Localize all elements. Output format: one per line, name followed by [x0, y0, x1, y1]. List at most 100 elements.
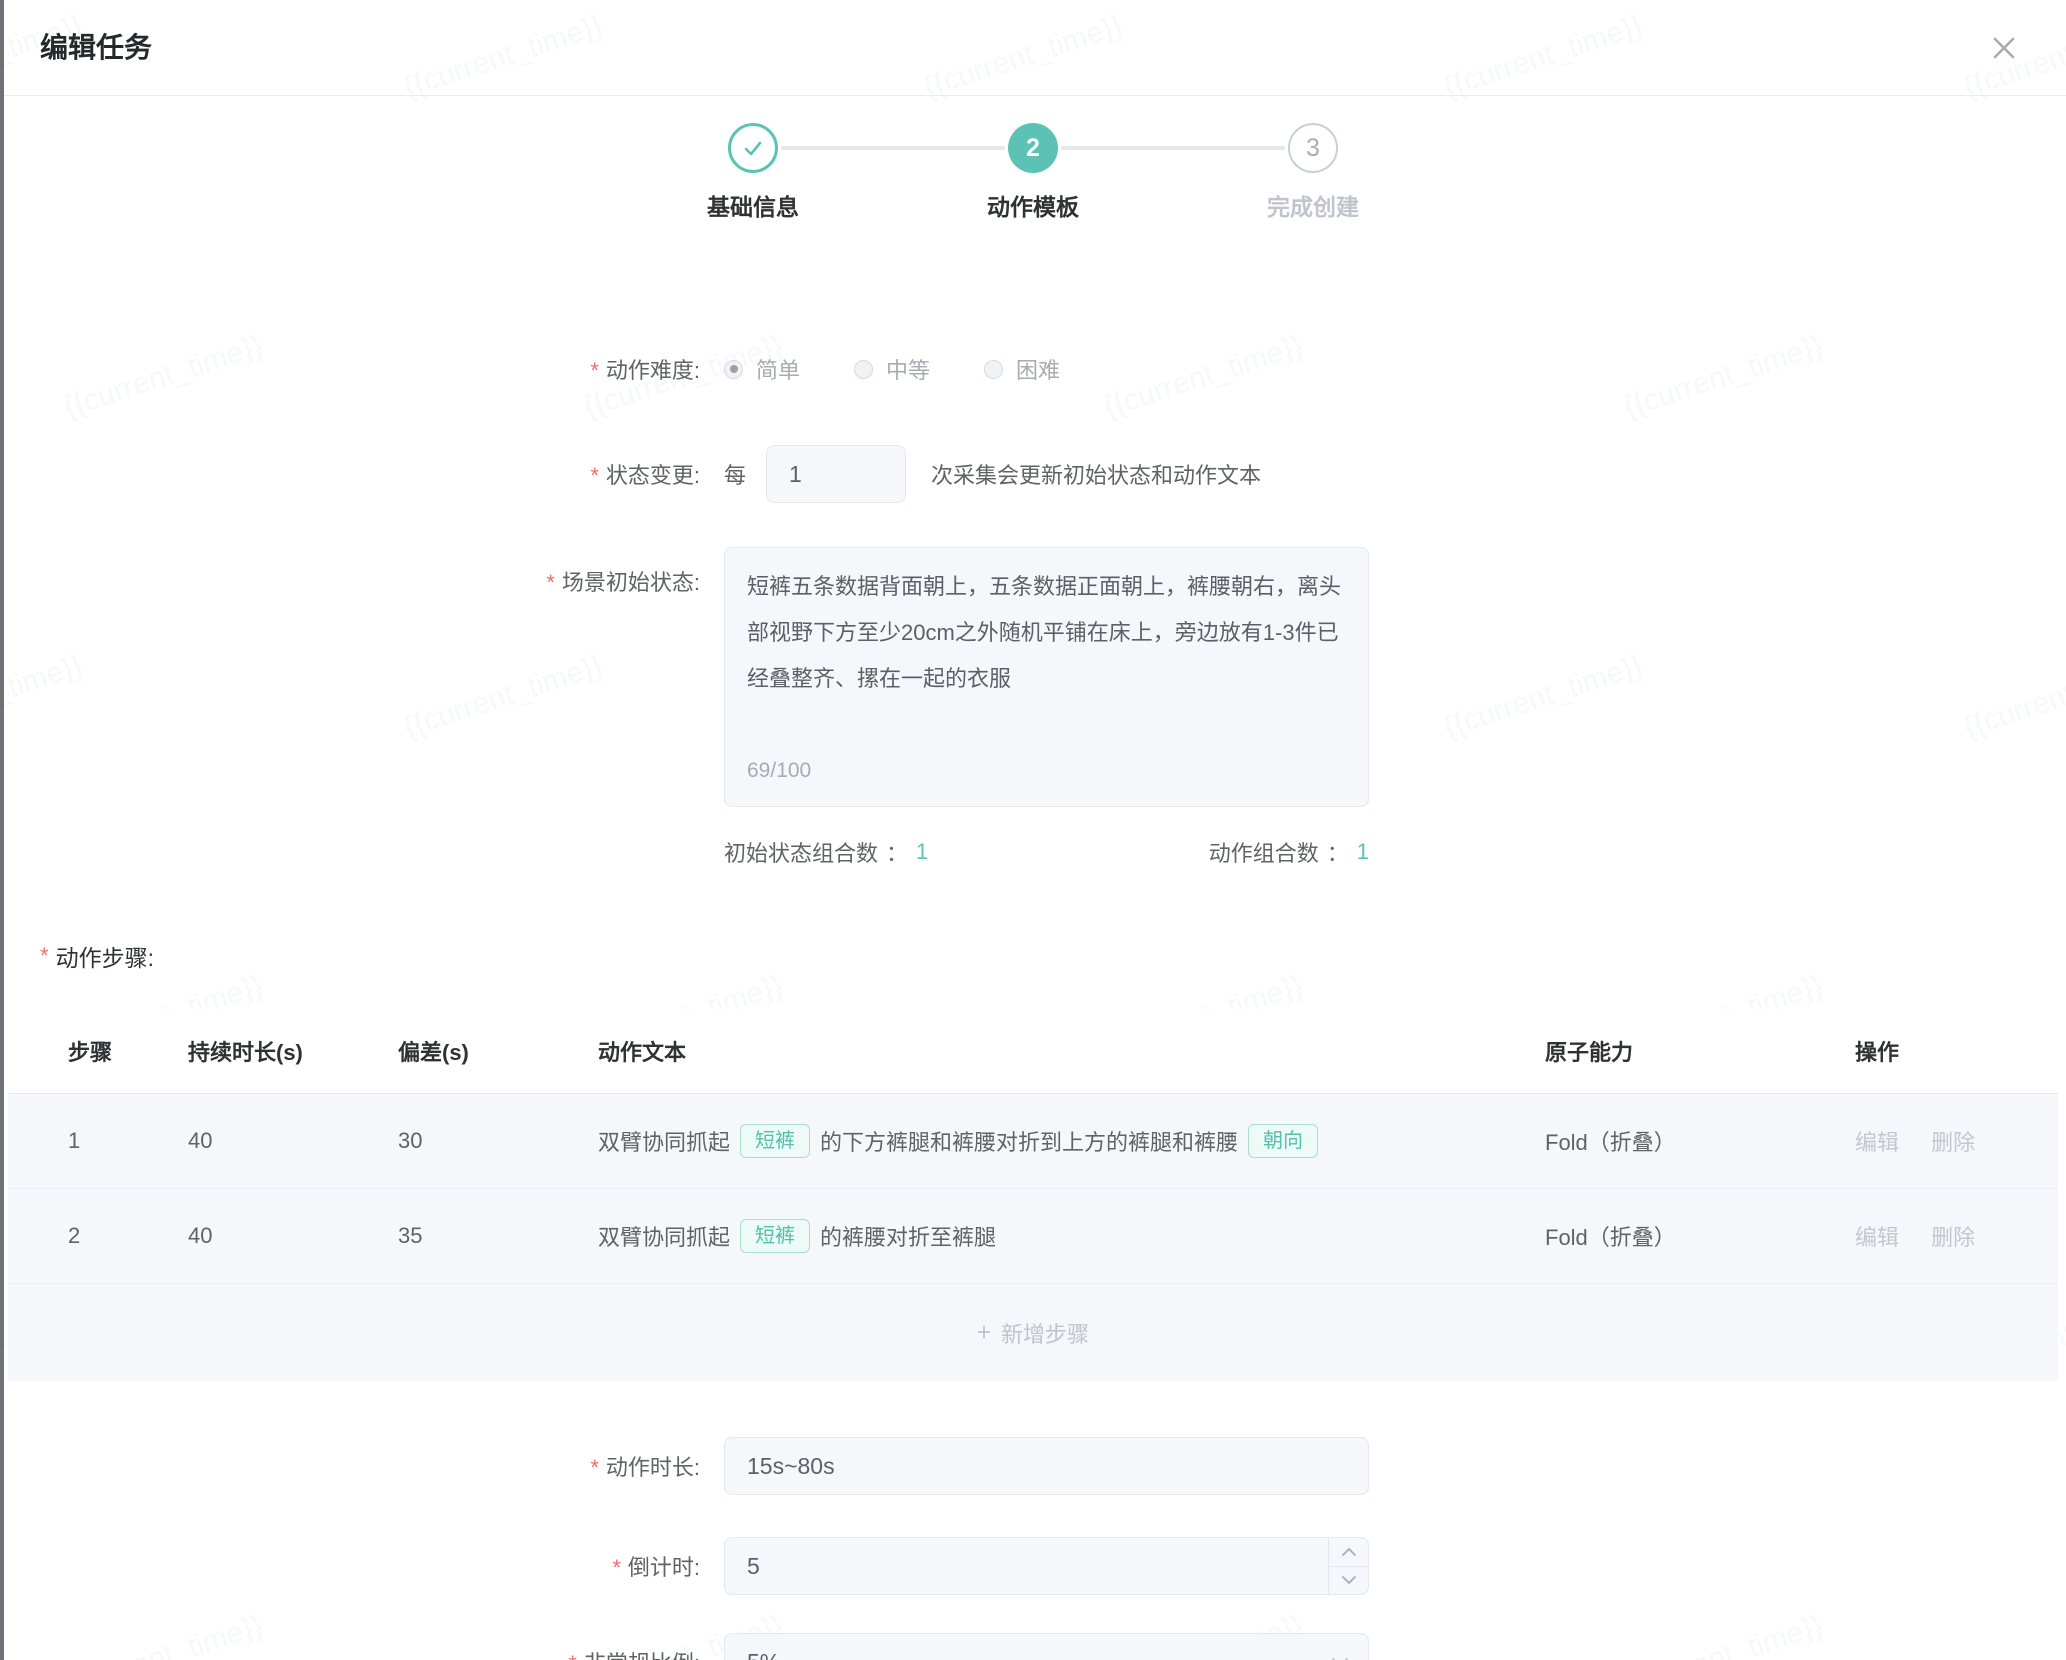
- required-mark: *: [612, 1555, 621, 1580]
- radio-hard-dot: [984, 360, 1003, 379]
- scene-initial-textarea[interactable]: 短裤五条数据背面朝上，五条数据正面朝上，裤腰朝右，离头部视野下方至少20cm之外…: [724, 547, 1369, 807]
- radio-easy[interactable]: 简单: [724, 353, 800, 385]
- state-change-suffix: 次采集会更新初始状态和动作文本: [931, 458, 1261, 490]
- countdown-value: 5: [747, 1553, 760, 1580]
- check-icon: [741, 136, 765, 160]
- plus-icon: +: [977, 1319, 991, 1347]
- chevron-down-icon: [1341, 1575, 1357, 1585]
- action-steps-table: 步骤 持续时长(s) 偏差(s) 动作文本 原子能力 操作 1 40 30 双臂…: [8, 1009, 2058, 1381]
- edit-task-dialog: 编辑任务 基础信息 2 动作模板 3 完成创建: [0, 0, 2066, 1660]
- action-duration-input[interactable]: 15s~80s: [724, 1437, 1369, 1495]
- header-step: 步骤: [68, 1035, 188, 1067]
- step-3-circle: 3: [1288, 123, 1338, 173]
- row1-duration: 40: [188, 1128, 398, 1154]
- step-2-circle: 2: [1008, 123, 1058, 173]
- char-counter: 69/100: [747, 748, 811, 794]
- orientation-tag: 朝向: [1248, 1124, 1318, 1158]
- object-tag: 短裤: [740, 1124, 810, 1158]
- action-duration-row: *动作时长: 15s~80s: [0, 1437, 2066, 1495]
- required-mark: *: [590, 1455, 599, 1480]
- radio-hard[interactable]: 困难: [984, 353, 1060, 385]
- action-combo-value: 1: [1357, 839, 1369, 865]
- action-steps-section-label: * 动作步骤:: [40, 939, 2066, 973]
- unusual-ratio-select[interactable]: 5%: [724, 1633, 1369, 1660]
- step-1-label: 基础信息: [707, 188, 799, 222]
- step-1-circle: [728, 123, 778, 173]
- row1-operations: 编辑 删除: [1855, 1125, 2058, 1157]
- delete-link[interactable]: 删除: [1931, 1130, 1975, 1155]
- row2-ability: Fold（折叠）: [1545, 1220, 1855, 1252]
- initial-state-combo-value: 1: [916, 839, 928, 865]
- radio-medium[interactable]: 中等: [854, 353, 930, 385]
- row2-action-text: 双臂协同抓起 短裤 的裤腰对折至裤腿: [598, 1219, 1545, 1253]
- close-icon[interactable]: [1984, 28, 2024, 68]
- select-chevron-down-icon: [1330, 1656, 1350, 1660]
- radio-easy-label: 简单: [756, 353, 800, 385]
- delete-link[interactable]: 删除: [1931, 1225, 1975, 1250]
- header-deviation: 偏差(s): [398, 1035, 598, 1067]
- radio-medium-label: 中等: [886, 353, 930, 385]
- row2-deviation: 35: [398, 1223, 598, 1249]
- spinner-increase-button[interactable]: [1329, 1538, 1368, 1567]
- edit-link[interactable]: 编辑: [1855, 1225, 1899, 1250]
- row2-step: 2: [68, 1223, 188, 1249]
- table-row: 1 40 30 双臂协同抓起 短裤 的下方裤腿和裤腰对折到上方的裤腿和裤腰 朝向…: [8, 1093, 2058, 1188]
- radio-easy-dot: [724, 360, 743, 379]
- combo-counts-row: 初始状态组合数 ： 1 动作组合数 ： 1: [724, 837, 1369, 867]
- difficulty-row: *动作难度: 简单 中等 困难: [0, 353, 2066, 385]
- state-change-prefix: 每: [724, 458, 746, 490]
- edit-link[interactable]: 编辑: [1855, 1130, 1899, 1155]
- scene-initial-label: *场景初始状态:: [0, 547, 700, 597]
- row1-step: 1: [68, 1128, 188, 1154]
- action-combo: 动作组合数 ： 1: [1209, 836, 1369, 868]
- difficulty-radio-group: 简单 中等 困难: [724, 353, 1114, 385]
- difficulty-label: *动作难度:: [0, 353, 700, 385]
- countdown-label: *倒计时:: [0, 1550, 700, 1582]
- action-duration-label: *动作时长:: [0, 1450, 700, 1482]
- required-mark: *: [590, 463, 599, 488]
- unusual-ratio-value: 5%: [747, 1649, 780, 1660]
- scene-initial-row: *场景初始状态: 短裤五条数据背面朝上，五条数据正面朝上，裤腰朝右，离头部视野下…: [0, 547, 2066, 807]
- stepper: 基础信息 2 动作模板 3 完成创建: [613, 123, 1453, 247]
- required-mark: *: [568, 1651, 577, 1660]
- chevron-up-icon: [1341, 1547, 1357, 1557]
- object-tag: 短裤: [740, 1219, 810, 1253]
- radio-medium-dot: [854, 360, 873, 379]
- state-change-label: *状态变更:: [0, 458, 700, 490]
- page-left-edge: [0, 0, 4, 1660]
- unusual-ratio-row: *非常规比例: 5%: [0, 1633, 2066, 1660]
- bottom-form: *动作时长: 15s~80s *倒计时: 5 *非常规比例: 5%: [0, 1437, 2066, 1660]
- table-header-row: 步骤 持续时长(s) 偏差(s) 动作文本 原子能力 操作: [8, 1009, 2058, 1093]
- initial-state-combo: 初始状态组合数 ： 1: [724, 836, 928, 868]
- header-duration: 持续时长(s): [188, 1035, 398, 1067]
- row1-deviation: 30: [398, 1128, 598, 1154]
- row1-ability: Fold（折叠）: [1545, 1125, 1855, 1157]
- step-2-label: 动作模板: [987, 188, 1079, 222]
- header-operations: 操作: [1855, 1035, 2058, 1067]
- step-action-template[interactable]: 2 动作模板: [893, 123, 1173, 222]
- state-change-row: *状态变更: 每 1 次采集会更新初始状态和动作文本: [0, 445, 2066, 503]
- add-step-label: 新增步骤: [1001, 1317, 1089, 1349]
- radio-hard-label: 困难: [1016, 353, 1060, 385]
- table-row: 2 40 35 双臂协同抓起 短裤 的裤腰对折至裤腿 Fold（折叠） 编辑 删…: [8, 1188, 2058, 1283]
- header-atomic-ability: 原子能力: [1545, 1035, 1855, 1067]
- unusual-ratio-label: *非常规比例:: [0, 1646, 700, 1660]
- dialog-title: 编辑任务: [40, 0, 152, 96]
- main-form: *动作难度: 简单 中等 困难 *状态变更: 每 1: [0, 353, 2066, 867]
- step-basic-info[interactable]: 基础信息: [613, 123, 893, 222]
- dialog-header: 编辑任务: [0, 0, 2066, 96]
- scene-initial-text: 短裤五条数据背面朝上，五条数据正面朝上，裤腰朝右，离头部视野下方至少20cm之外…: [747, 574, 1341, 691]
- required-mark: *: [40, 943, 49, 969]
- countdown-input[interactable]: 5: [724, 1537, 1369, 1595]
- state-change-input[interactable]: 1: [766, 445, 906, 503]
- required-mark: *: [546, 570, 555, 595]
- number-spinner: [1328, 1538, 1368, 1594]
- spinner-decrease-button[interactable]: [1329, 1567, 1368, 1595]
- add-step-button[interactable]: + 新增步骤: [8, 1283, 2058, 1381]
- step-complete-creation[interactable]: 3 完成创建: [1173, 123, 1453, 222]
- required-mark: *: [590, 358, 599, 383]
- row2-duration: 40: [188, 1223, 398, 1249]
- row2-operations: 编辑 删除: [1855, 1220, 2058, 1252]
- countdown-row: *倒计时: 5: [0, 1537, 2066, 1595]
- header-action-text: 动作文本: [598, 1035, 1545, 1067]
